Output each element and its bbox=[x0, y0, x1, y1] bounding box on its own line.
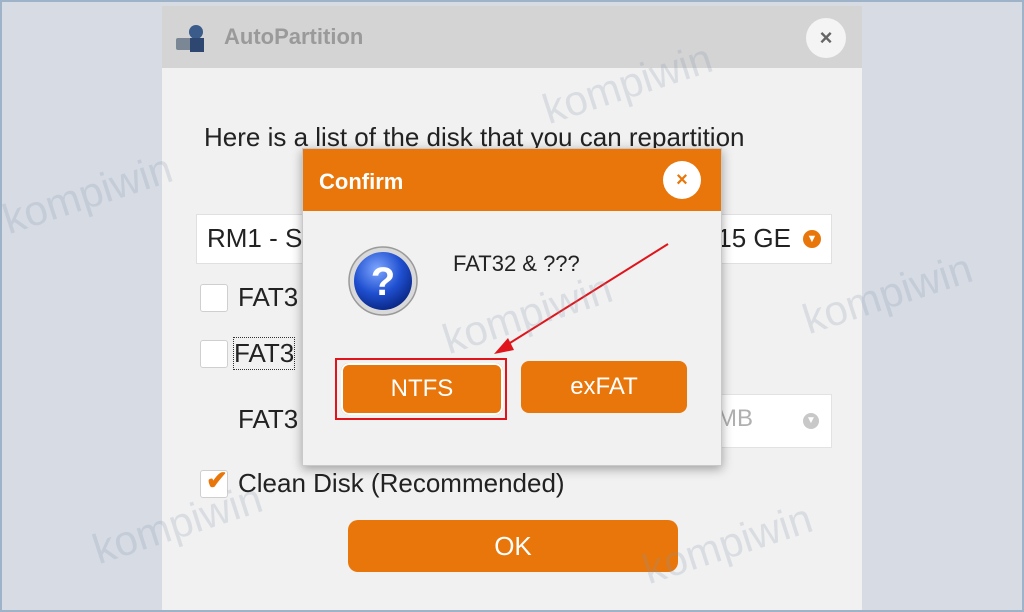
annotation-arrow-icon bbox=[494, 243, 669, 354]
